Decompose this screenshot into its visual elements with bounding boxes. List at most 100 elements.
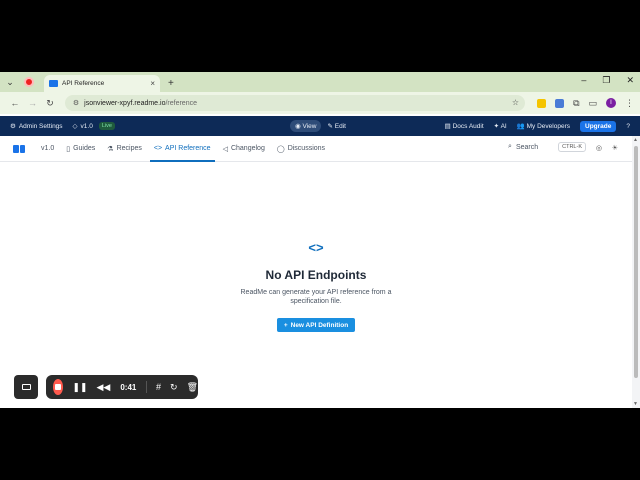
chat-icon: ◯: [276, 145, 285, 153]
readme-favicon-icon: [49, 80, 58, 87]
url-host: jsonviewer-xpyf.readme.io: [84, 99, 166, 107]
page-scrollbar[interactable]: ▲ ▼: [632, 136, 640, 408]
live-badge: Live: [98, 122, 115, 130]
camera-icon: [21, 384, 31, 390]
tab-search-icon[interactable]: ⌄: [4, 76, 16, 88]
extension-blue-icon[interactable]: [555, 98, 565, 108]
recording-time: 0:41: [120, 382, 137, 392]
scroll-thumb[interactable]: [634, 146, 638, 378]
search-icon: ⌕: [508, 143, 512, 150]
admin-settings-link[interactable]: ⚙ Admin Settings: [10, 122, 63, 131]
camera-toggle-button[interactable]: [14, 375, 38, 399]
project-logo-icon[interactable]: [13, 144, 25, 153]
edit-label: Edit: [334, 123, 346, 130]
nav-api-reference-label: API Reference: [165, 145, 211, 152]
recorder-divider: [146, 381, 147, 393]
grid-icon[interactable]: #: [156, 382, 161, 392]
flask-icon: ⚗: [107, 145, 114, 153]
nav-api-reference[interactable]: <> API Reference: [148, 136, 217, 162]
project-version[interactable]: v1.0: [35, 136, 60, 162]
new-api-definition-label: New API Definition: [290, 321, 349, 329]
eye-icon: ◉: [295, 123, 301, 130]
code-brackets-icon: <>: [308, 240, 324, 255]
empty-state-title: No API Endpoints: [265, 268, 367, 282]
users-icon: 👥: [516, 123, 525, 130]
extensions-row: ⧉ ▭ I ⋮: [537, 98, 634, 109]
project-nav: v1.0 ▯ Guides ⚗ Recipes <> API Reference ◁ C…: [0, 136, 632, 162]
megaphone-icon: ◁: [222, 145, 228, 153]
search-shortcut: CTRL-K: [558, 142, 586, 152]
nav-discussions[interactable]: ◯ Discussions: [271, 136, 331, 162]
nav-discussions-label: Discussions: [287, 145, 326, 152]
nav-changelog[interactable]: ◁ Changelog: [217, 136, 271, 162]
extension-yellow-icon[interactable]: [537, 98, 547, 108]
url-path: /reference: [165, 99, 197, 107]
edit-button[interactable]: ✎ Edit: [327, 122, 345, 130]
ai-label: AI: [500, 123, 507, 130]
url-text: jsonviewer-xpyf.readme.io/reference: [84, 100, 197, 107]
my-developers-label: My Developers: [526, 123, 570, 130]
url-field[interactable]: ⚙ jsonviewer-xpyf.readme.io/reference ☆: [64, 95, 526, 111]
browser-window: ⌄ API Reference × + – ❐ ✕ ← → ↻ ⚙ jsonvi…: [0, 72, 640, 408]
docs-audit-label: Docs Audit: [452, 123, 484, 130]
search-label: Search: [515, 143, 539, 151]
tab-title: API Reference: [62, 80, 105, 87]
stop-recording-button[interactable]: [53, 379, 64, 395]
site-info-icon[interactable]: ⚙: [73, 99, 79, 107]
browser-tab-api-reference[interactable]: API Reference ×: [44, 75, 160, 92]
window-controls: – ❐ ✕: [581, 75, 634, 86]
help-button[interactable]: ?: [626, 123, 630, 130]
recording-controls: ❚❚ ◀◀ 0:41 # ↻ 🗑: [46, 375, 198, 399]
restore-button[interactable]: ❐: [602, 75, 610, 86]
bookmark-star-icon[interactable]: ☆: [512, 98, 519, 107]
nav-guides-label: Guides: [73, 145, 96, 152]
upgrade-button[interactable]: Upgrade: [580, 120, 617, 132]
close-window-button[interactable]: ✕: [626, 75, 634, 86]
rewind-icon[interactable]: ◀◀: [96, 382, 110, 393]
pencil-icon: ✎: [327, 123, 333, 130]
theme-toggle-icon[interactable]: ☀: [612, 144, 618, 152]
scroll-up-icon[interactable]: ▲: [633, 137, 638, 143]
empty-state: <> No API Endpoints ReadMe can generate …: [0, 162, 632, 408]
tab-close-icon[interactable]: ×: [150, 79, 155, 88]
sidepanel-icon[interactable]: ▭: [589, 98, 598, 109]
admin-bar: ⚙ Admin Settings ◇ v1.0 Live ◉ View ✎ Ed…: [0, 116, 640, 136]
search-button[interactable]: ⌕ Search CTRL-K: [508, 142, 586, 152]
tab-strip: ⌄ API Reference × + – ❐ ✕: [0, 72, 640, 92]
plus-icon: +: [283, 321, 288, 329]
nav-guides[interactable]: ▯ Guides: [60, 136, 101, 162]
ai-link[interactable]: ✦ AI: [494, 122, 507, 130]
forward-button[interactable]: →: [24, 98, 42, 108]
view-label: View: [302, 123, 317, 130]
admin-settings-label: Admin Settings: [18, 122, 63, 130]
trash-icon[interactable]: 🗑: [187, 382, 198, 393]
empty-state-description: ReadMe can generate your API reference f…: [240, 289, 392, 305]
nav-recipes-label: Recipes: [116, 145, 142, 152]
minimize-button[interactable]: –: [581, 75, 586, 86]
docs-audit-link[interactable]: ▤ Docs Audit: [445, 122, 484, 130]
user-account-icon[interactable]: ◎: [596, 144, 602, 152]
version-selector[interactable]: ◇ v1.0 Live: [73, 122, 115, 130]
view-button[interactable]: ◉ View: [290, 120, 322, 132]
extensions-puzzle-icon[interactable]: ⧉: [573, 98, 579, 109]
sparkle-icon: ✦: [493, 123, 500, 130]
nav-changelog-label: Changelog: [230, 145, 265, 152]
version-label: v1.0: [80, 122, 93, 130]
scroll-down-icon[interactable]: ▼: [633, 401, 638, 407]
new-tab-button[interactable]: +: [168, 78, 174, 89]
clipboard-icon: ▤: [444, 123, 451, 130]
gear-icon: ⚙: [10, 123, 16, 130]
new-api-definition-button[interactable]: + New API Definition: [277, 318, 355, 332]
pause-icon[interactable]: ❚❚: [72, 382, 87, 393]
reload-button[interactable]: ↻: [41, 98, 59, 109]
code-icon: <>: [153, 145, 163, 152]
stop-icon: [55, 384, 62, 390]
browser-menu-icon[interactable]: ⋮: [625, 98, 634, 109]
admin-right-group: ▤ Docs Audit ✦ AI 👥 My Developers Upgrad…: [445, 116, 630, 136]
my-developers-link[interactable]: 👥 My Developers: [517, 122, 570, 130]
nav-recipes[interactable]: ⚗ Recipes: [101, 136, 148, 162]
restart-icon[interactable]: ↻: [170, 382, 178, 393]
book-icon: ▯: [66, 145, 71, 153]
back-button[interactable]: ←: [6, 98, 24, 108]
profile-avatar[interactable]: I: [606, 98, 617, 108]
